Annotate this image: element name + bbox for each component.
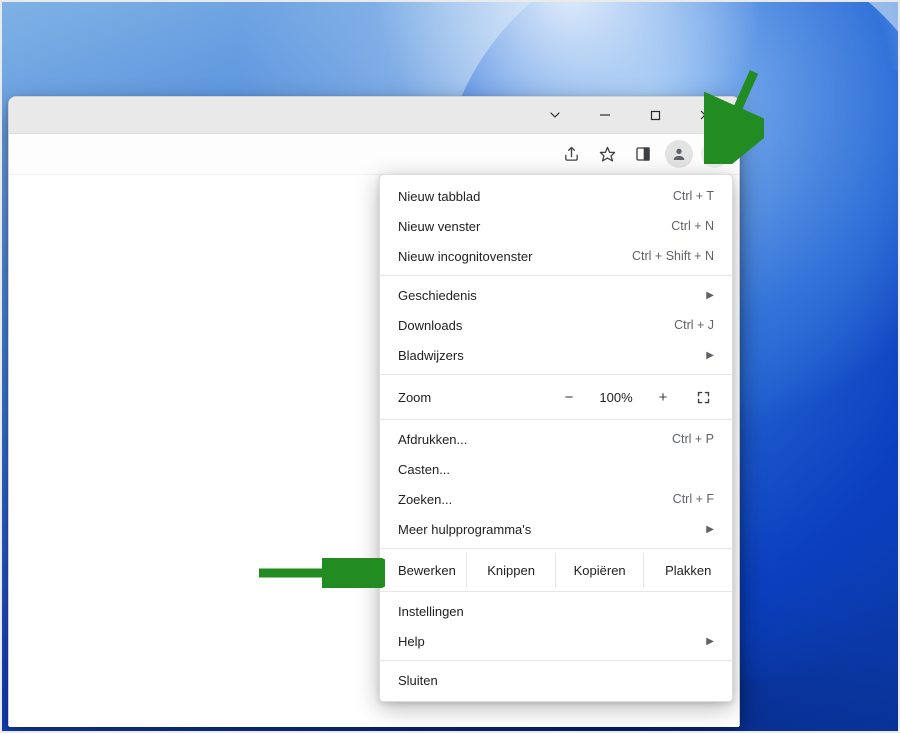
menu-item-print[interactable]: Afdrukken... Ctrl + P xyxy=(380,424,732,454)
menu-separator xyxy=(380,548,732,549)
menu-item-zoom: Zoom − 100% + xyxy=(380,379,732,415)
menu-item-label: Geschiedenis xyxy=(398,288,692,303)
menu-item-history[interactable]: Geschiedenis ▶ xyxy=(380,280,732,310)
menu-item-label: Zoeken... xyxy=(398,492,663,507)
menu-item-label: Instellingen xyxy=(398,604,714,619)
sidepanel-icon xyxy=(635,146,651,162)
menu-item-label: Downloads xyxy=(398,318,664,333)
menu-item-new-tab[interactable]: Nieuw tabblad Ctrl + T xyxy=(380,181,732,211)
chevron-down-icon xyxy=(549,109,561,121)
menu-item-shortcut: Ctrl + P xyxy=(672,432,714,446)
share-button[interactable] xyxy=(557,140,585,168)
menu-item-label: Bewerken xyxy=(398,563,466,578)
bookmark-button[interactable] xyxy=(593,140,621,168)
browser-window: Nieuw tabblad Ctrl + T Nieuw venster Ctr… xyxy=(8,96,740,726)
menu-item-label: Meer hulpprogramma's xyxy=(398,522,692,537)
menu-item-label: Casten... xyxy=(398,462,714,477)
menu-item-shortcut: Ctrl + T xyxy=(673,189,714,203)
toolbar xyxy=(9,134,739,175)
tab-strip xyxy=(9,97,739,134)
app-menu-button[interactable] xyxy=(701,140,729,168)
close-icon xyxy=(699,109,711,121)
zoom-in-button[interactable]: + xyxy=(650,389,676,406)
avatar-icon xyxy=(671,146,687,162)
menu-separator xyxy=(380,275,732,276)
menu-item-exit[interactable]: Sluiten xyxy=(380,665,732,695)
share-icon xyxy=(563,146,580,163)
menu-item-label: Nieuw incognitovenster xyxy=(398,249,622,264)
profile-button[interactable] xyxy=(665,140,693,168)
fullscreen-button[interactable] xyxy=(688,390,718,405)
app-menu: Nieuw tabblad Ctrl + T Nieuw venster Ctr… xyxy=(379,174,733,702)
menu-item-label: Nieuw tabblad xyxy=(398,189,663,204)
menu-separator xyxy=(380,591,732,592)
tab-search-button[interactable] xyxy=(533,100,577,130)
menu-item-label: Afdrukken... xyxy=(398,432,662,447)
maximize-icon xyxy=(650,110,661,121)
menu-item-moretools[interactable]: Meer hulpprogramma's ▶ xyxy=(380,514,732,544)
menu-item-cast[interactable]: Casten... xyxy=(380,454,732,484)
menu-item-new-window[interactable]: Nieuw venster Ctrl + N xyxy=(380,211,732,241)
kebab-icon xyxy=(713,146,717,162)
menu-item-downloads[interactable]: Downloads Ctrl + J xyxy=(380,310,732,340)
menu-item-shortcut: Ctrl + Shift + N xyxy=(632,249,714,263)
menu-separator xyxy=(380,419,732,420)
menu-item-label: Nieuw venster xyxy=(398,219,661,234)
menu-item-find[interactable]: Zoeken... Ctrl + F xyxy=(380,484,732,514)
submenu-arrow-icon: ▶ xyxy=(706,636,714,647)
edit-paste-button[interactable]: Plakken xyxy=(643,553,732,587)
edit-cut-button[interactable]: Knippen xyxy=(466,553,555,587)
window-maximize-button[interactable] xyxy=(633,100,677,130)
menu-item-shortcut: Ctrl + J xyxy=(674,318,714,332)
zoom-out-button[interactable]: − xyxy=(556,389,582,406)
menu-item-help[interactable]: Help ▶ xyxy=(380,626,732,656)
star-icon xyxy=(599,146,616,163)
menu-separator xyxy=(380,660,732,661)
window-minimize-button[interactable] xyxy=(583,100,627,130)
menu-item-label: Zoom xyxy=(398,390,544,405)
submenu-arrow-icon: ▶ xyxy=(706,290,714,301)
menu-item-shortcut: Ctrl + F xyxy=(673,492,714,506)
zoom-value: 100% xyxy=(594,390,638,405)
menu-item-settings[interactable]: Instellingen xyxy=(380,596,732,626)
minimize-icon xyxy=(599,109,611,121)
menu-item-bookmarks[interactable]: Bladwijzers ▶ xyxy=(380,340,732,370)
menu-separator xyxy=(380,374,732,375)
menu-item-edit: Bewerken Knippen Kopiëren Plakken xyxy=(380,553,732,587)
window-close-button[interactable] xyxy=(683,100,727,130)
sidepanel-button[interactable] xyxy=(629,140,657,168)
menu-item-shortcut: Ctrl + N xyxy=(671,219,714,233)
submenu-arrow-icon: ▶ xyxy=(706,524,714,535)
menu-item-label: Help xyxy=(398,634,692,649)
edit-copy-button[interactable]: Kopiëren xyxy=(555,553,644,587)
menu-item-label: Sluiten xyxy=(398,673,714,688)
menu-item-new-incognito[interactable]: Nieuw incognitovenster Ctrl + Shift + N xyxy=(380,241,732,271)
menu-item-label: Bladwijzers xyxy=(398,348,692,363)
submenu-arrow-icon: ▶ xyxy=(706,350,714,361)
fullscreen-icon xyxy=(696,390,711,405)
